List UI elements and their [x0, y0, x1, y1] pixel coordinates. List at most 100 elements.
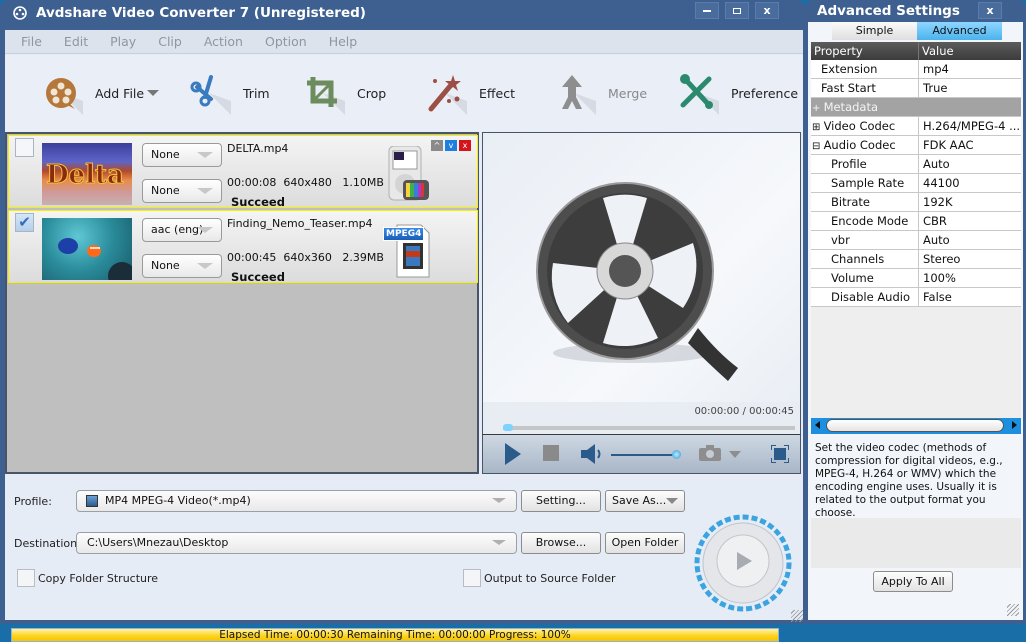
advanced-close-button[interactable]: x — [978, 2, 1002, 19]
property-value[interactable]: True — [919, 79, 1021, 97]
crop-button[interactable]: Crop — [299, 63, 386, 123]
file-name: DELTA.mp4 — [227, 142, 289, 155]
property-value[interactable]: 192K — [919, 193, 1021, 211]
move-up-button[interactable]: ^ — [431, 140, 443, 151]
dropdown-arrow-icon[interactable] — [147, 90, 160, 96]
property-row[interactable]: ⊟ Audio Codec FDK AAC — [811, 136, 1021, 155]
property-row[interactable]: Channels Stereo — [811, 250, 1021, 269]
scroll-left-icon[interactable] — [815, 421, 820, 429]
scrollbar-thumb[interactable] — [826, 419, 1004, 432]
play-button[interactable] — [505, 443, 521, 468]
seek-handle[interactable] — [503, 424, 513, 431]
property-value[interactable]: mp4 — [919, 60, 1021, 78]
browse-button[interactable]: Browse... — [521, 532, 601, 554]
volume-slider[interactable] — [611, 450, 681, 459]
seek-bar[interactable] — [503, 424, 795, 431]
destination-select[interactable]: C:\Users\Mnezau\Desktop — [76, 532, 517, 554]
trim-button[interactable]: Trim — [185, 63, 270, 123]
subtitle-select[interactable]: None — [142, 254, 222, 278]
property-label: vbr — [831, 233, 850, 247]
ipod-tv-icon[interactable] — [387, 145, 433, 204]
add-file-button[interactable]: Add File — [37, 63, 160, 123]
property-row[interactable]: Extension mp4 — [811, 60, 1021, 79]
file-list-item[interactable]: ✔ aac (eng) None Finding_Nemo_Teaser.mp4… — [8, 210, 478, 290]
property-row[interactable]: Volume 100% — [811, 269, 1021, 288]
playback-time: 00:00:00 / 00:00:45 — [694, 406, 794, 417]
copy-folder-structure-checkbox[interactable] — [17, 569, 35, 587]
resize-grip[interactable] — [791, 610, 803, 622]
title-bar[interactable]: Avdshare Video Converter 7 (Unregistered… — [0, 0, 805, 26]
expand-icon[interactable]: + — [812, 103, 824, 114]
property-row[interactable]: Sample Rate 44100 — [811, 174, 1021, 193]
play-icon — [505, 443, 521, 465]
move-down-button[interactable]: v — [445, 140, 457, 151]
client-area: File Edit Play Clip Action Option Help A… — [5, 30, 803, 642]
maximize-button[interactable] — [725, 2, 749, 19]
close-button[interactable]: x — [755, 2, 779, 19]
scroll-right-icon[interactable] — [1012, 421, 1017, 429]
expand-icon[interactable]: ⊞ — [812, 122, 824, 133]
property-row[interactable]: Disable Audio False — [811, 288, 1021, 307]
menu-option[interactable]: Option — [265, 34, 307, 49]
property-row[interactable]: Fast Start True — [811, 79, 1021, 98]
property-value[interactable]: 100% — [919, 269, 1021, 287]
stop-button[interactable] — [543, 445, 559, 464]
property-value[interactable]: Stereo — [919, 250, 1021, 268]
snapshot-button[interactable] — [699, 445, 721, 464]
audio-track-select[interactable]: None — [142, 143, 222, 167]
property-value[interactable]: CBR — [919, 212, 1021, 230]
menu-edit[interactable]: Edit — [64, 34, 88, 49]
mpeg4-file-icon[interactable]: MPEG4 — [383, 221, 433, 279]
menu-file[interactable]: File — [21, 34, 42, 49]
file-resolution: 640x360 — [283, 251, 332, 264]
snapshot-dropdown[interactable] — [729, 449, 741, 462]
profile-label: Profile: — [14, 495, 52, 508]
apply-to-all-button[interactable]: Apply To All — [873, 571, 953, 592]
open-folder-button[interactable]: Open Folder — [605, 532, 685, 554]
convert-button[interactable] — [694, 514, 792, 612]
property-value[interactable]: FDK AAC — [919, 136, 1021, 154]
property-value[interactable]: 44100 — [919, 174, 1021, 192]
profile-select[interactable]: MP4 MPEG-4 Video(*.mp4) — [76, 490, 517, 512]
property-name: ⊟ Audio Codec — [811, 136, 919, 154]
menu-clip[interactable]: Clip — [158, 34, 182, 49]
property-value[interactable]: H.264/MPEG-4 ... — [919, 117, 1021, 135]
property-row[interactable]: vbr Auto — [811, 231, 1021, 250]
property-row[interactable]: Encode Mode CBR — [811, 212, 1021, 231]
file-checkbox[interactable]: ✔ — [15, 213, 34, 232]
tab-simple[interactable]: Simple — [832, 22, 917, 40]
setting-button[interactable]: Setting... — [521, 490, 601, 512]
menu-help[interactable]: Help — [329, 34, 358, 49]
audio-track-select[interactable]: aac (eng) — [142, 218, 222, 242]
property-row[interactable]: Profile Auto — [811, 155, 1021, 174]
property-value[interactable]: False — [919, 288, 1021, 306]
property-label: Extension — [821, 62, 878, 76]
volume-handle[interactable] — [672, 450, 681, 459]
property-row[interactable]: + Metadata — [811, 98, 1021, 117]
minimize-button[interactable] — [695, 2, 719, 19]
horizontal-scrollbar[interactable] — [811, 418, 1021, 434]
fullscreen-button[interactable] — [770, 444, 790, 466]
save-as-button[interactable]: Save As... — [605, 490, 685, 512]
resize-grip[interactable] — [1007, 604, 1019, 616]
property-value[interactable]: Auto — [919, 231, 1021, 249]
advanced-body: Simple Advanced Property Value Extension… — [808, 22, 1023, 620]
subtitle-select[interactable]: None — [142, 179, 222, 203]
tab-advanced[interactable]: Advanced — [917, 22, 1002, 40]
property-row[interactable]: Bitrate 192K — [811, 193, 1021, 212]
crop-label: Crop — [357, 85, 387, 101]
collapse-icon[interactable]: ⊟ — [812, 141, 824, 152]
remove-item-button[interactable]: x — [459, 140, 471, 151]
output-to-source-checkbox[interactable] — [463, 569, 481, 587]
merge-button[interactable]: Merge — [550, 63, 647, 123]
file-checkbox[interactable] — [15, 138, 34, 157]
effect-button[interactable]: Effect — [421, 63, 515, 123]
mute-button[interactable] — [581, 443, 603, 468]
file-list-item[interactable]: Delta None None DELTA.mp4 00:00:08 640x4… — [8, 135, 478, 209]
menu-action[interactable]: Action — [204, 34, 243, 49]
scissors-icon — [185, 69, 233, 117]
preference-button[interactable]: Preference — [673, 63, 798, 123]
property-row[interactable]: ⊞ Video Codec H.264/MPEG-4 ... — [811, 117, 1021, 136]
property-value[interactable]: Auto — [919, 155, 1021, 173]
menu-play[interactable]: Play — [110, 34, 136, 49]
